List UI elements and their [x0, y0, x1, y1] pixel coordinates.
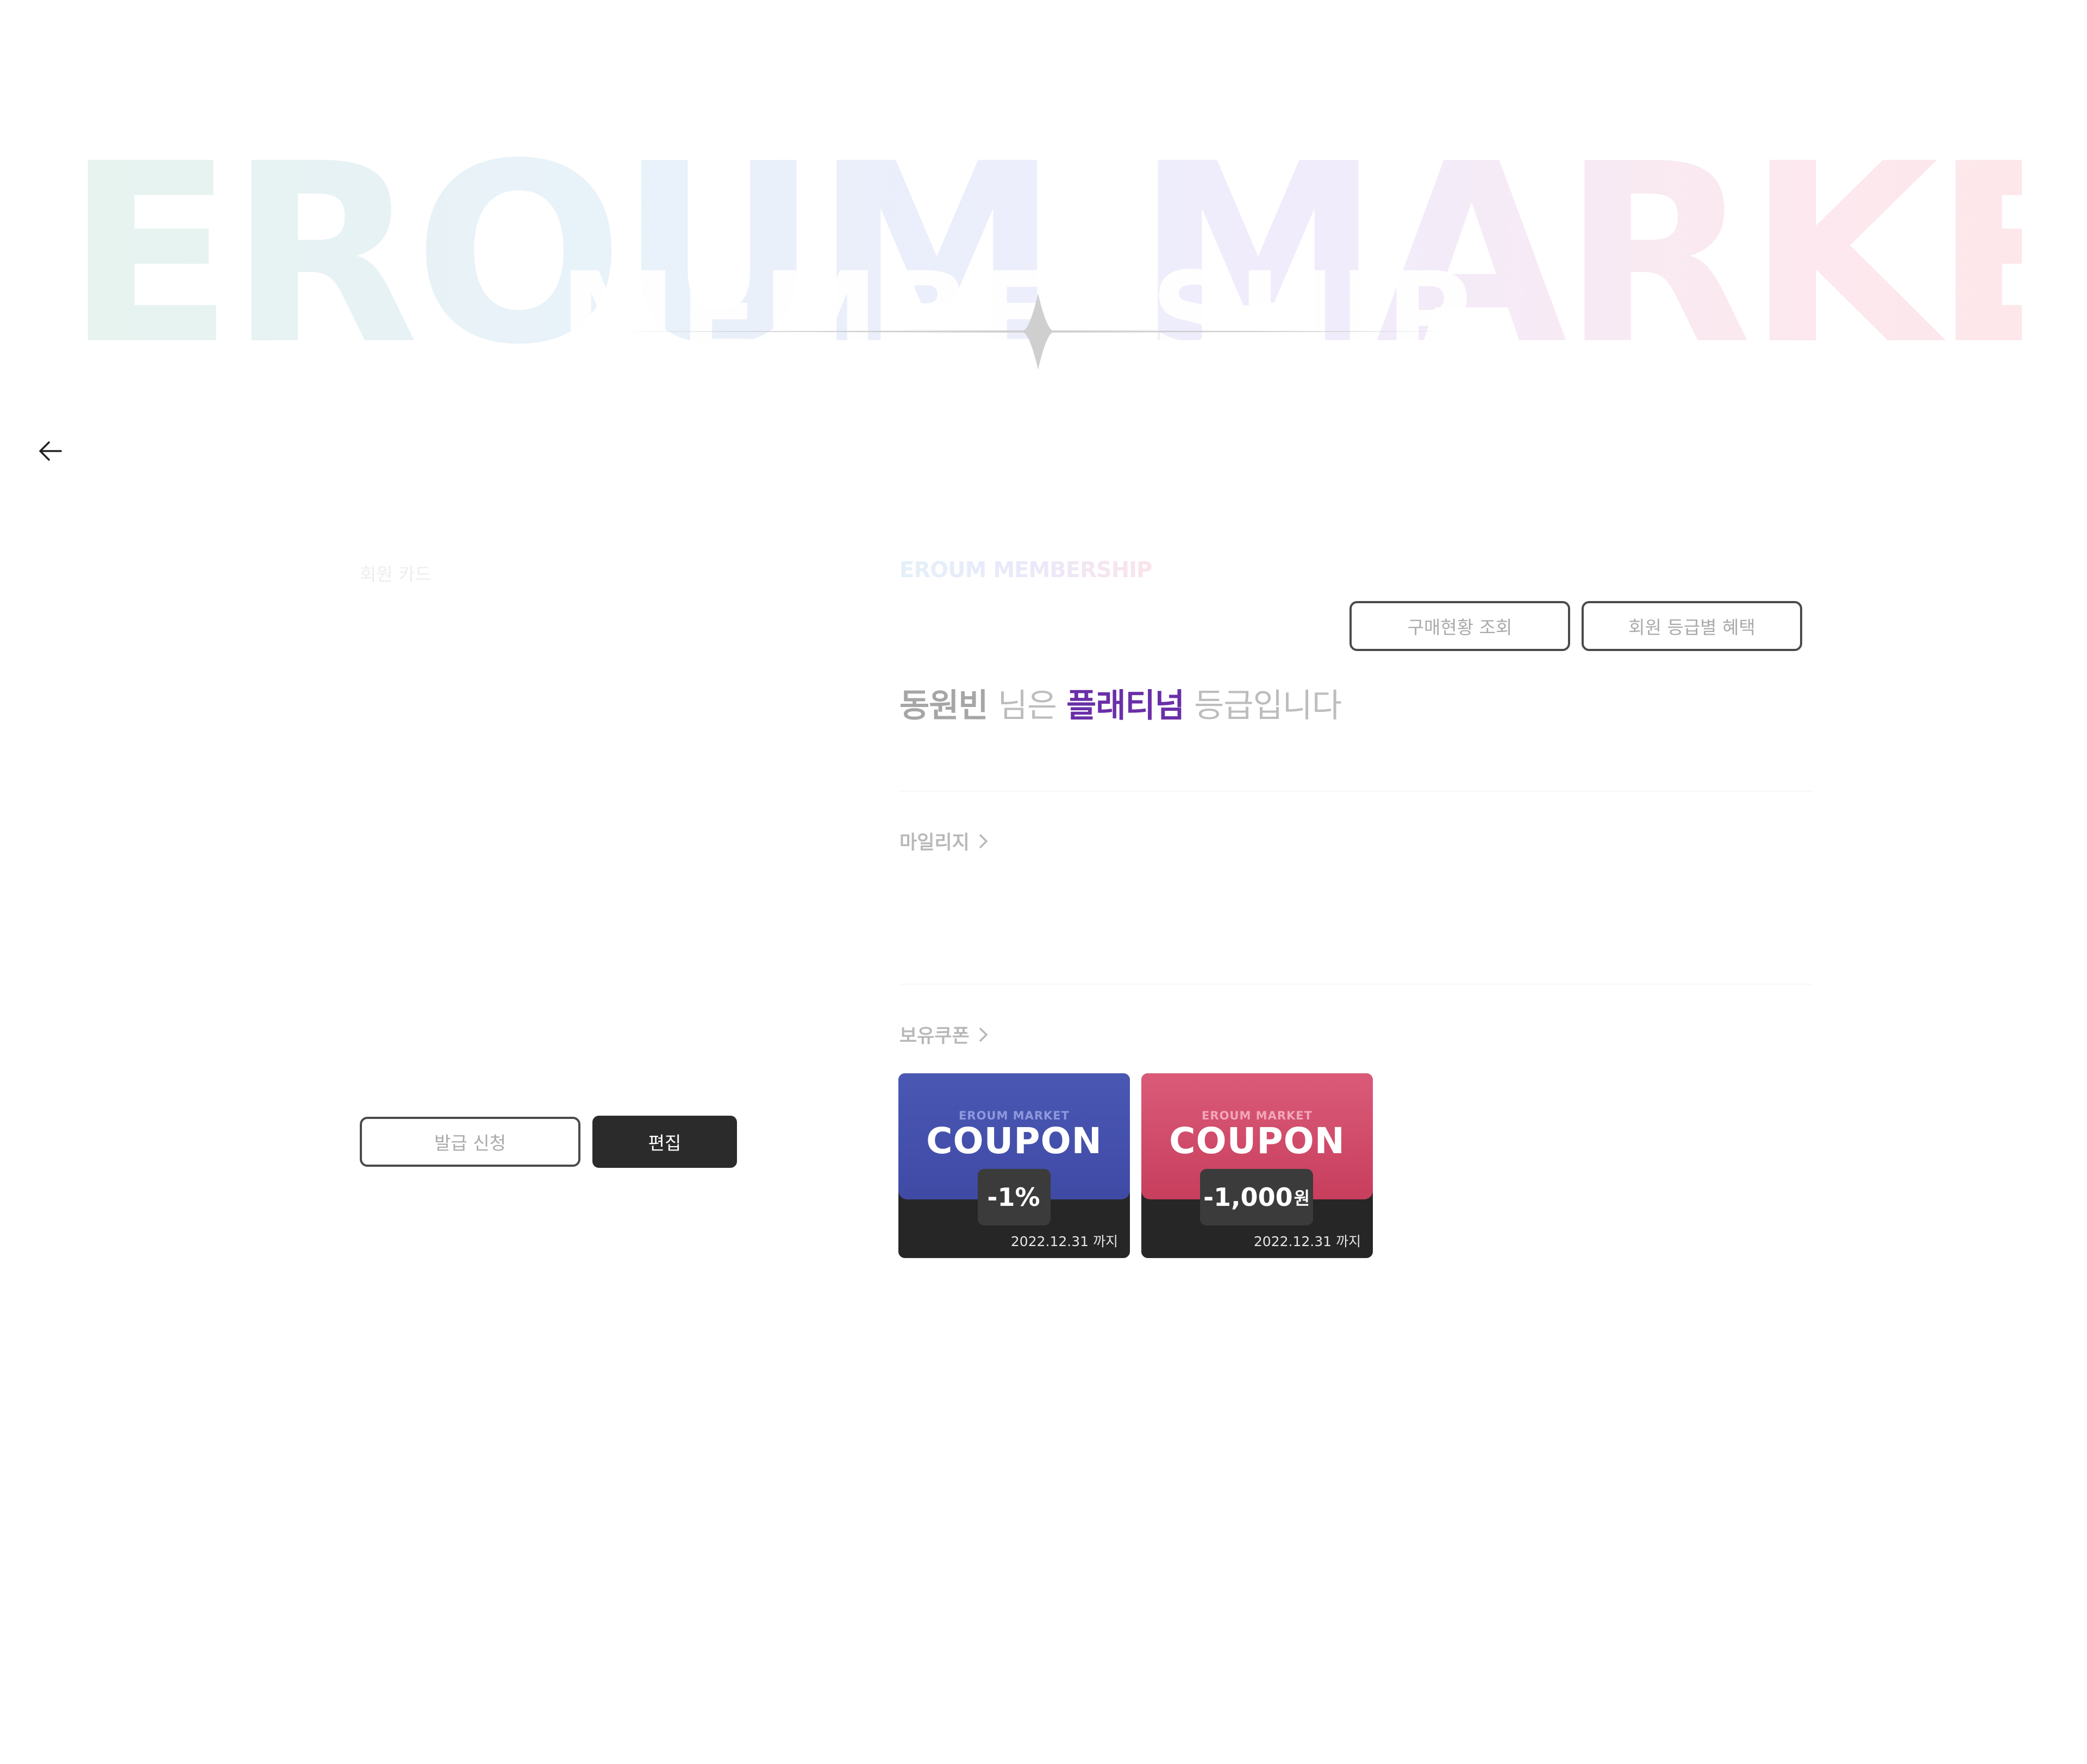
back-button[interactable]: [34, 435, 66, 467]
coupon-unit: 원: [1294, 1188, 1310, 1209]
sparkle-divider-icon: [614, 293, 1462, 370]
coupon-discount-badge: -1,000 원: [1200, 1169, 1313, 1225]
grade-benefits-button[interactable]: 회원 등급별 혜택: [1582, 601, 1802, 651]
coupons-link[interactable]: 보유쿠폰: [899, 1021, 988, 1048]
divider: [899, 791, 1813, 792]
grade-statement: 동원빈 님은 플래티넘 등급입니다: [899, 679, 1342, 727]
membership-brand-label: EROUM MEMBERSHIP: [899, 558, 1152, 583]
purchase-status-button[interactable]: 구매현황 조회: [1349, 601, 1570, 651]
issue-request-button[interactable]: 발급 신청: [360, 1117, 580, 1167]
grade-text-end: 등급입니다: [1184, 687, 1342, 725]
coupon-discount-badge: -1%: [978, 1169, 1051, 1225]
coupon-discount: -1%: [987, 1183, 1040, 1212]
coupon-discount: -1,000: [1203, 1183, 1293, 1212]
grade-level: 플래티넘: [1066, 687, 1185, 725]
coupon-card[interactable]: EROUM MARKET COUPON -1% 2022.12.31 까지: [898, 1073, 1130, 1258]
member-card-label: 회원 카드: [360, 564, 432, 585]
coupon-expiry: 2022.12.31 까지: [1010, 1234, 1118, 1249]
coupon-title: COUPON: [926, 1120, 1102, 1162]
coupon-title: COUPON: [1169, 1120, 1345, 1162]
coupons-label: 보유쿠폰: [899, 1025, 970, 1047]
mileage-label: 마일리지: [899, 832, 970, 854]
chevron-right-icon: [979, 834, 988, 848]
coupon-expiry: 2022.12.31 까지: [1253, 1234, 1361, 1249]
grade-text-mid: 님은: [988, 687, 1067, 725]
member-name: 동원빈: [899, 687, 989, 725]
mileage-link[interactable]: 마일리지: [899, 827, 988, 855]
chevron-right-icon: [979, 1027, 988, 1042]
edit-button[interactable]: 편집: [592, 1116, 737, 1168]
divider: [899, 984, 1813, 985]
coupon-card[interactable]: EROUM MARKET COUPON -1,000 원 2022.12.31 까…: [1141, 1073, 1373, 1258]
arrow-left-icon: [39, 441, 62, 461]
